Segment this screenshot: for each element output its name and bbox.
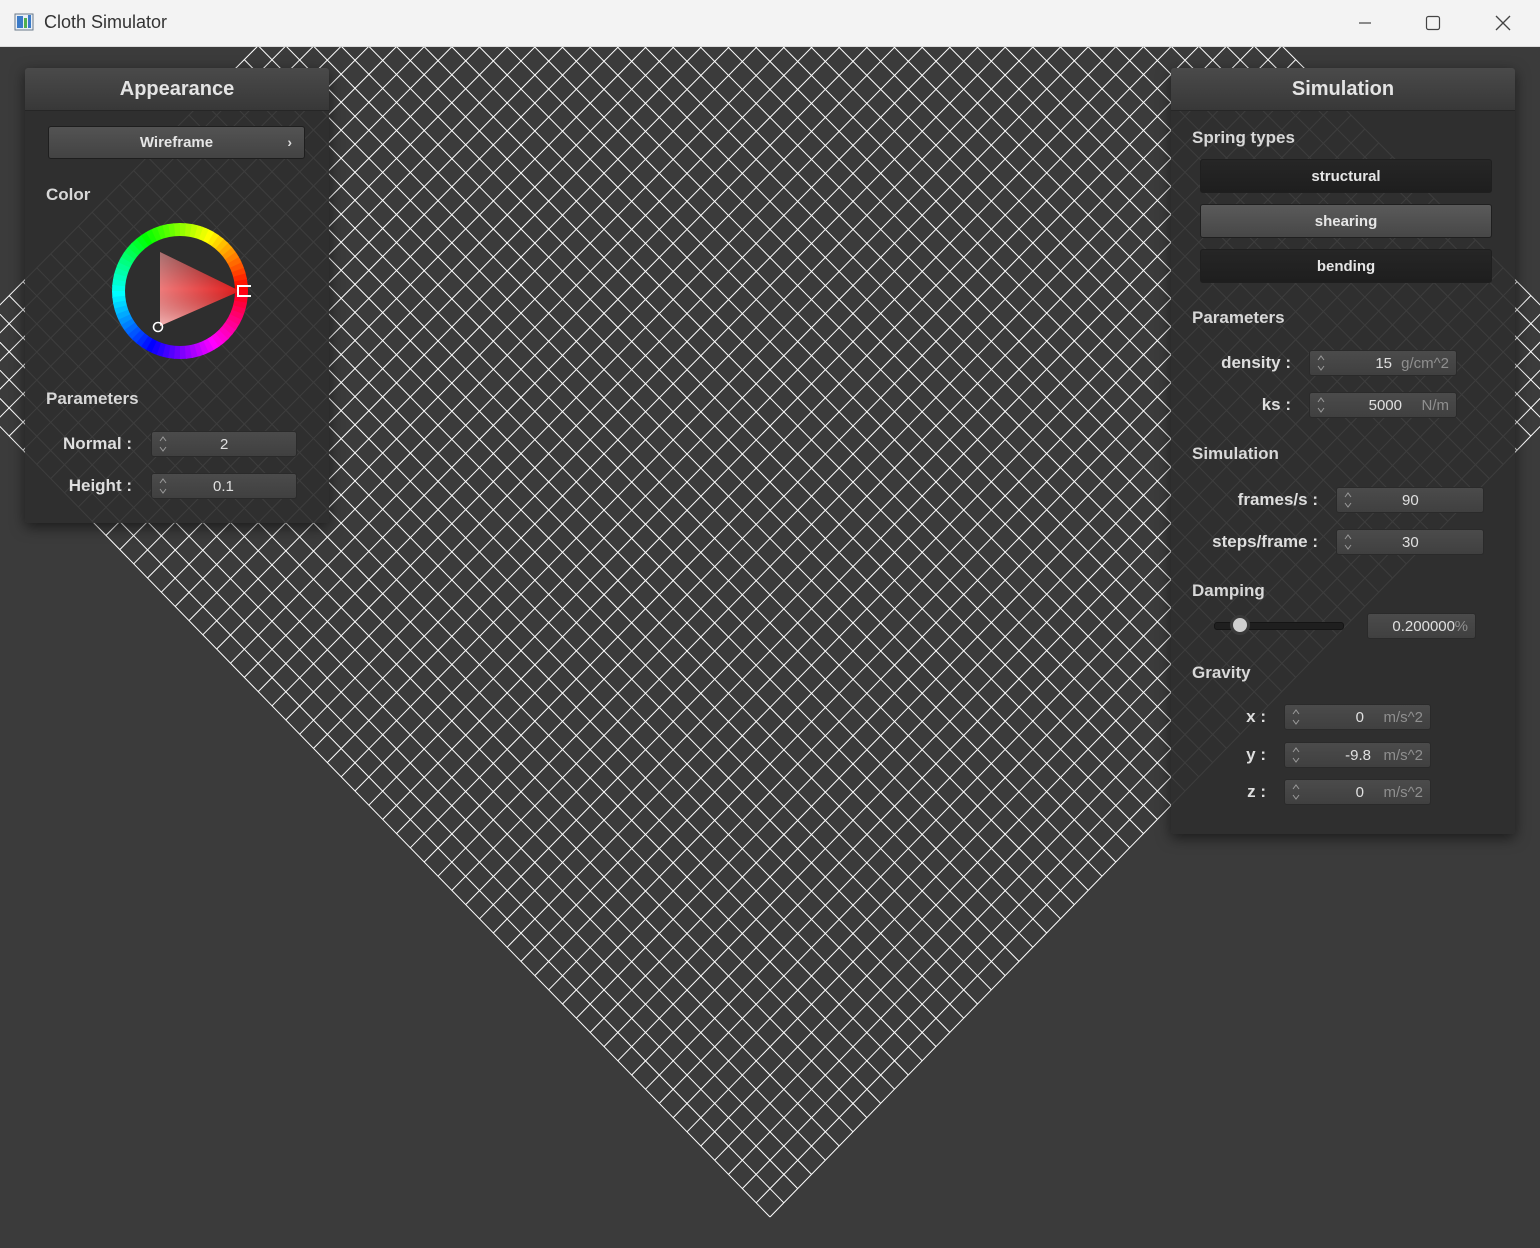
appearance-panel-header[interactable]: Appearance xyxy=(25,68,329,111)
window-title: Cloth Simulator xyxy=(44,12,168,32)
render-mode-label: Wireframe xyxy=(139,134,214,151)
app-icon xyxy=(14,13,34,31)
cloth-edge xyxy=(396,47,1158,820)
steps-label: steps/frame : xyxy=(1212,532,1318,551)
close-icon xyxy=(1495,15,1511,31)
spinner-icon[interactable] xyxy=(1317,396,1325,414)
damping-value: 0.200000 xyxy=(1392,618,1455,635)
gravity-y-label: y : xyxy=(1246,745,1266,764)
gravity-label: Gravity xyxy=(1192,663,1251,682)
fps-input[interactable]: 90 xyxy=(1336,487,1484,513)
gravity-z-value: 0 xyxy=(1355,784,1364,801)
gravity-y-unit: m/s^2 xyxy=(1383,747,1423,764)
render-mode-dropdown[interactable]: Wireframe › xyxy=(48,126,305,159)
cloth-edge xyxy=(216,47,813,650)
gravity-y-input[interactable]: -9.8 m/s^2 xyxy=(1284,742,1431,768)
cloth-edge xyxy=(437,47,1254,877)
bending-spring-toggle[interactable]: bending xyxy=(1200,249,1492,283)
shearing-spring-toggle[interactable]: shearing xyxy=(1200,204,1492,238)
normal-value: 2 xyxy=(220,436,229,453)
density-value: 15 xyxy=(1375,355,1392,372)
cloth-edge xyxy=(409,47,1199,849)
ks-input[interactable]: 5000 N/m xyxy=(1309,392,1457,418)
simulation-parameters-label: Parameters xyxy=(1192,308,1285,327)
minimize-button[interactable] xyxy=(1330,0,1400,46)
density-unit: g/cm^2 xyxy=(1401,355,1449,372)
gravity-y-value: -9.8 xyxy=(1345,747,1371,764)
appearance-panel: Appearance Wireframe › Color Parameters … xyxy=(25,68,329,523)
normal-label: Normal : xyxy=(63,434,132,453)
simulation-panel-header[interactable]: Simulation xyxy=(1171,68,1515,111)
spring-types-label: Spring types xyxy=(1192,128,1295,147)
spinner-icon[interactable] xyxy=(1292,746,1300,764)
fps-label: frames/s : xyxy=(1237,490,1318,509)
cloth-edge xyxy=(506,47,1214,763)
spinner-icon[interactable] xyxy=(1292,783,1300,801)
close-button[interactable] xyxy=(1468,0,1538,46)
cloth-edge xyxy=(382,47,1144,820)
cloth-edge xyxy=(561,47,1241,735)
simulation-panel: Simulation Spring types structural shear… xyxy=(1171,68,1515,834)
gravity-x-value: 0 xyxy=(1355,709,1364,726)
damping-slider-knob[interactable] xyxy=(1229,615,1250,635)
gravity-x-unit: m/s^2 xyxy=(1383,709,1423,726)
cloth-edge xyxy=(299,47,979,735)
damping-unit: % xyxy=(1454,618,1468,635)
color-wheel[interactable] xyxy=(109,220,251,362)
spinner-icon[interactable] xyxy=(1317,354,1325,372)
spinner-icon[interactable] xyxy=(1344,533,1352,551)
height-input[interactable]: 0.1 xyxy=(151,473,297,499)
steps-value: 30 xyxy=(1402,534,1419,551)
spinner-icon[interactable] xyxy=(1292,708,1300,726)
gravity-z-unit: m/s^2 xyxy=(1383,784,1423,801)
maximize-icon xyxy=(1425,15,1441,31)
ks-value: 5000 xyxy=(1368,397,1402,414)
spinner-icon[interactable] xyxy=(159,477,167,495)
fps-value: 90 xyxy=(1402,492,1419,509)
chevron-right-icon: › xyxy=(287,134,292,150)
gravity-x-input[interactable]: 0 m/s^2 xyxy=(1284,704,1431,730)
cloth-edge xyxy=(326,47,1034,763)
cloth-edge xyxy=(313,47,1117,863)
height-label: Height : xyxy=(68,476,132,495)
height-value: 0.1 xyxy=(213,478,234,495)
color-label: Color xyxy=(46,185,91,204)
gravity-x-label: x : xyxy=(1246,707,1266,726)
spinner-icon[interactable] xyxy=(159,435,167,453)
gravity-z-input[interactable]: 0 m/s^2 xyxy=(1284,779,1431,805)
density-input[interactable]: 15 g/cm^2 xyxy=(1309,350,1457,376)
steps-input[interactable]: 30 xyxy=(1336,529,1484,555)
window-title-bar: Cloth Simulator xyxy=(0,0,1540,47)
cloth-edge xyxy=(243,47,868,678)
cloth-edge xyxy=(341,47,1131,849)
ks-label: ks : xyxy=(1261,395,1291,414)
ks-unit: N/m xyxy=(1421,397,1450,414)
spinner-icon[interactable] xyxy=(1344,491,1352,509)
normal-input[interactable]: 2 xyxy=(151,431,297,457)
minimize-icon xyxy=(1359,22,1371,24)
damping-input[interactable]: 0.200000 % xyxy=(1367,613,1476,639)
appearance-parameters-label: Parameters xyxy=(46,389,139,408)
cloth-edge xyxy=(423,47,1227,863)
maximize-button[interactable] xyxy=(1398,0,1468,46)
structural-spring-toggle[interactable]: structural xyxy=(1200,159,1492,193)
cloth-edge xyxy=(286,47,1103,877)
simulation-section-label: Simulation xyxy=(1192,444,1279,463)
damping-label: Damping xyxy=(1192,581,1265,600)
density-label: density : xyxy=(1221,353,1291,372)
gravity-z-label: z : xyxy=(1247,782,1266,801)
